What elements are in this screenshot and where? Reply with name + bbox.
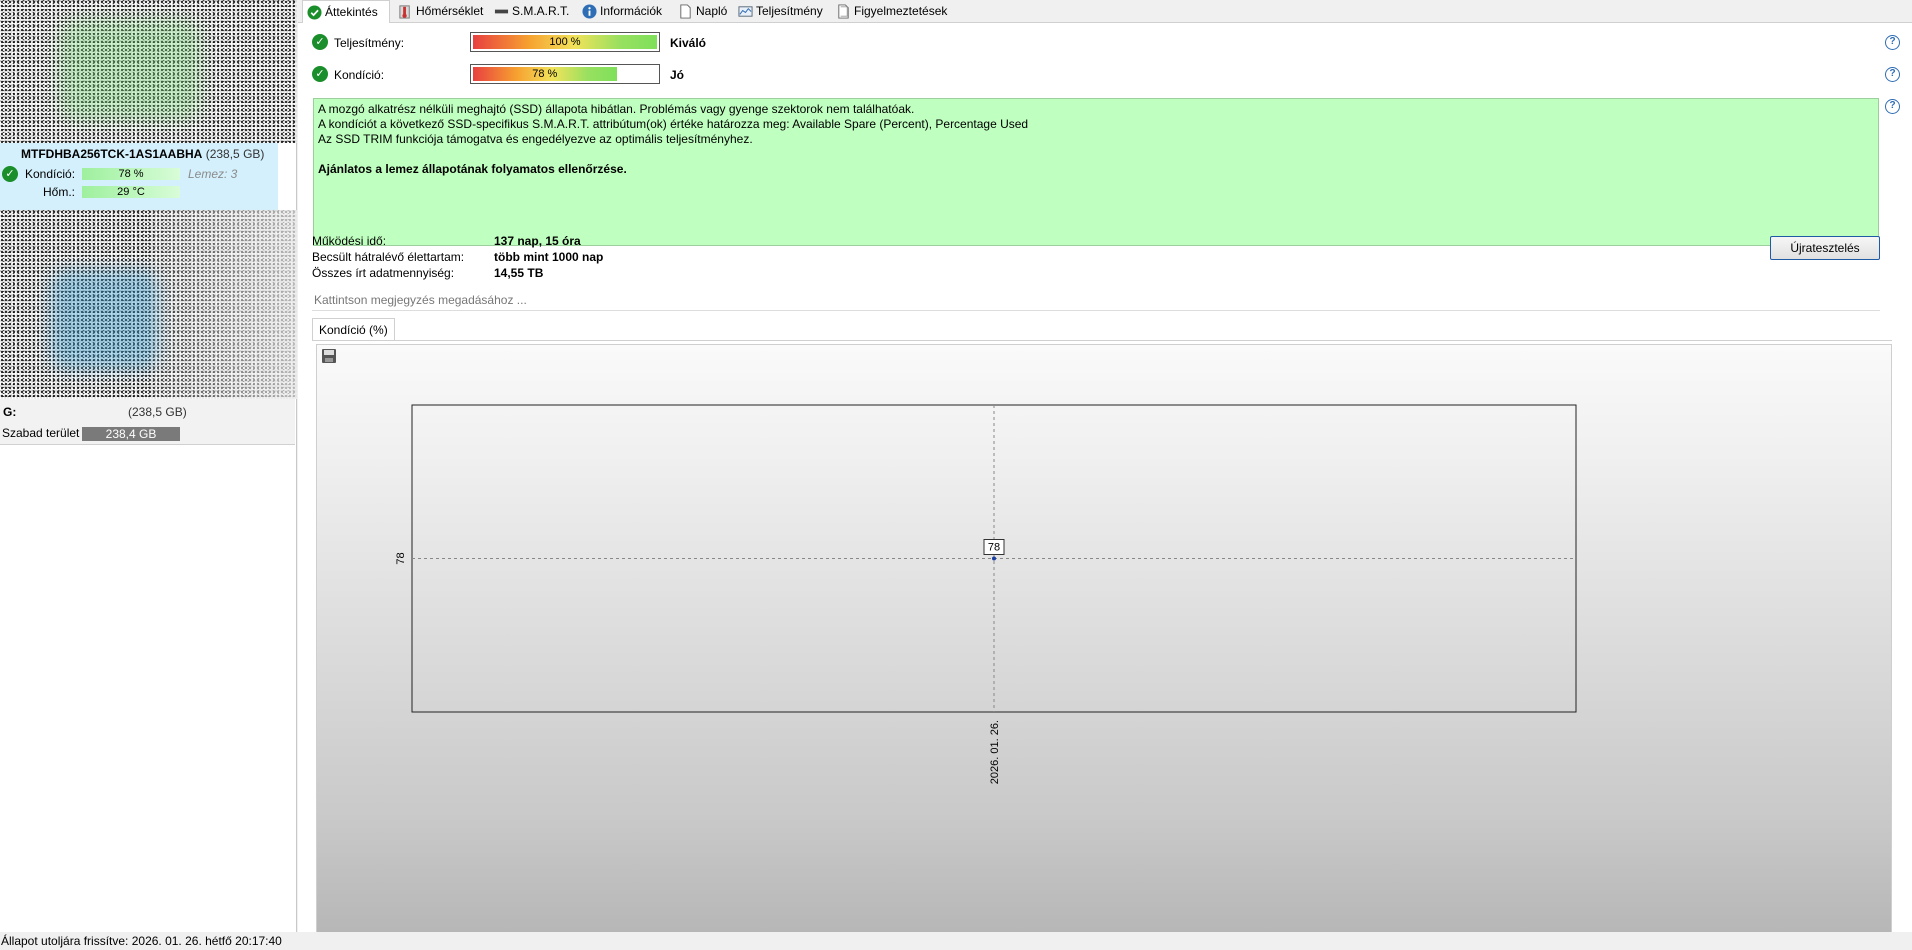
tab-temperature[interactable]: Hőmérséklet — [394, 0, 486, 23]
condition-rating: Jó — [670, 68, 685, 82]
tab-alerts-label: Figyelmeztetések — [854, 4, 948, 18]
disk1-thumbnail-image[interactable] — [0, 0, 297, 143]
overview-panel: ✓ Teljesítmény: 100 % Kiváló ? ✓ Kondíci… — [298, 23, 1912, 937]
uptime-row: Működési idő: 137 nap, 15 óra — [312, 234, 712, 250]
uptime-value: 137 nap, 15 óra — [494, 234, 581, 248]
performance-label: Teljesítmény: — [334, 36, 405, 50]
written-row: Összes írt adatmennyiség: 14,55 TB — [312, 266, 712, 282]
performance-bar: 100 % — [470, 32, 660, 52]
performance-row: ✓ Teljesítmény: 100 % Kiváló ? — [312, 32, 1902, 54]
data-label: 78 — [988, 542, 1000, 554]
tab-condition-chart[interactable]: Kondíció (%) — [312, 318, 395, 341]
note-input[interactable] — [312, 290, 1880, 311]
disk1-model: MTFDHBA256TCK-1AS1AABHA (238,5 GB) — [21, 147, 264, 161]
disk1-disk-number: Lemez: 3 — [188, 167, 238, 181]
data-point — [992, 556, 996, 561]
disk2-drive-letter: G: — [3, 405, 17, 419]
help-icon[interactable]: ? — [1885, 35, 1900, 50]
check-circle-icon: ✓ — [2, 166, 18, 182]
disk1-temp-bar: 29 °C — [82, 186, 180, 198]
thermometer-icon — [399, 5, 410, 19]
disk2-size: (238,5 GB) — [128, 405, 187, 419]
tab-log[interactable]: Napló — [674, 0, 730, 23]
info-line: A mozgó alkatrész nélküli meghajtó (SSD)… — [318, 102, 915, 116]
disk1-condition-bar: 78 % — [82, 168, 180, 180]
tab-alerts[interactable]: Figyelmeztetések — [832, 0, 952, 23]
drive-icon — [494, 9, 509, 14]
main-tab-strip: Áttekintés Hőmérséklet S.M.A.R.T. Inform… — [298, 0, 1912, 24]
written-value: 14,55 TB — [494, 266, 544, 280]
condition-bar-fill: 78 % — [473, 67, 617, 81]
performance-bar-fill: 100 % — [473, 35, 657, 49]
condition-chart: 78 2026. 01. 26. 78 — [316, 344, 1892, 937]
performance-rating: Kiváló — [670, 36, 707, 50]
recommendation-text: Ajánlatos a lemez állapotának folyamatos… — [318, 162, 627, 176]
info-line: Az SSD TRIM funkciója támogatva és enged… — [318, 132, 753, 146]
condition-bar: 78 % — [470, 64, 660, 84]
status-bar: Állapot utoljára frissítve: 2026. 01. 26… — [0, 932, 1912, 950]
tab-temperature-label: Hőmérséklet — [416, 4, 484, 18]
info-line: A kondíciót a következő SSD-specifikus S… — [318, 117, 1029, 131]
check-circle-icon: ✓ — [312, 34, 328, 50]
status-description-box: A mozgó alkatrész nélküli meghajtó (SSD)… — [313, 98, 1879, 246]
tab-smart-label: S.M.A.R.T. — [512, 4, 570, 18]
help-icon[interactable]: ? — [1885, 99, 1900, 114]
tab-information[interactable]: Információk — [578, 0, 670, 23]
disk2-card[interactable]: G: (238,5 GB) Szabad terület 238,4 GB — [0, 399, 295, 445]
retest-button[interactable]: Újratesztelés — [1770, 236, 1880, 260]
tab-smart[interactable]: S.M.A.R.T. — [490, 0, 574, 23]
disk1-temp-row: Hőm.: 29 °C — [0, 185, 278, 203]
tab-performance[interactable]: Teljesítmény — [734, 0, 828, 23]
tab-log-label: Napló — [696, 4, 728, 18]
disk2-thumbnail-image[interactable] — [0, 210, 297, 399]
condition-label: Kondíció: — [334, 68, 385, 82]
chart-svg: 78 2026. 01. 26. 78 — [395, 404, 1577, 784]
disk1-condition-label: Kondíció: — [25, 167, 76, 181]
tab-information-label: Információk — [600, 4, 663, 18]
uptime-label: Működési idő: — [312, 234, 387, 248]
performance-chart-icon — [738, 6, 753, 17]
written-label: Összes írt adatmennyiség: — [312, 266, 455, 280]
disk1-card-selected[interactable]: MTFDHBA256TCK-1AS1AABHA (238,5 GB) ✓ Kon… — [0, 143, 278, 210]
lifetime-value: több mint 1000 nap — [494, 250, 604, 264]
lifetime-label: Becsült hátralévő élettartam: — [312, 250, 465, 264]
info-icon — [582, 4, 597, 19]
tab-overview-label: Áttekintés — [325, 5, 378, 19]
disk-list-panel: MTFDHBA256TCK-1AS1AABHA (238,5 GB) ✓ Kon… — [0, 0, 297, 932]
alerts-icon — [838, 4, 849, 19]
disk1-condition-row: ✓ Kondíció: 78 % Lemez: 3 — [0, 165, 278, 183]
disk1-model-name: MTFDHBA256TCK-1AS1AABHA — [21, 147, 203, 161]
check-circle-icon: ✓ — [312, 66, 328, 82]
disk1-temp-label: Hőm.: — [43, 185, 76, 199]
disk2-free-space-bar: 238,4 GB — [82, 427, 180, 441]
document-icon — [680, 4, 691, 19]
x-tick-label: 2026. 01. 26. — [989, 720, 1001, 784]
tab-performance-label: Teljesítmény — [756, 4, 823, 18]
help-icon[interactable]: ? — [1885, 67, 1900, 82]
y-tick-label: 78 — [395, 552, 407, 564]
tab-overview[interactable]: Áttekintés — [302, 0, 390, 24]
check-circle-icon — [307, 5, 322, 20]
lifetime-row: Becsült hátralévő élettartam: több mint … — [312, 250, 712, 266]
disk1-size: (238,5 GB) — [205, 147, 265, 161]
condition-row: ✓ Kondíció: 78 % Jó ? — [312, 64, 1902, 86]
disk2-free-space-label: Szabad terület — [2, 426, 80, 440]
